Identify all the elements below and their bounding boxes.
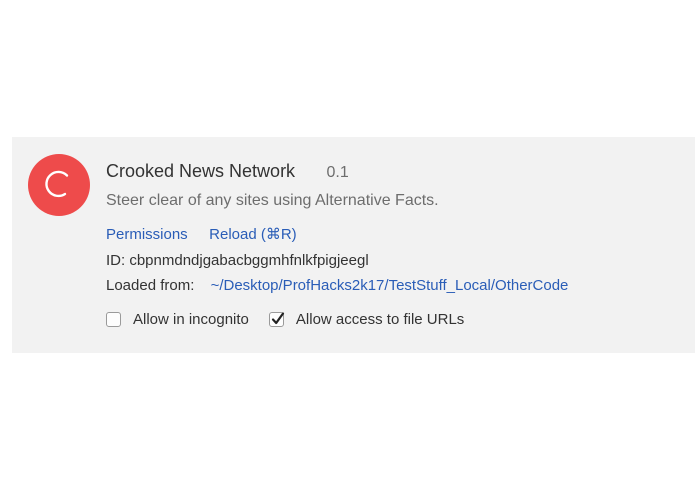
loaded-from-row: Loaded from: ~/Desktop/ProfHacks2k17/Tes…	[106, 277, 568, 294]
allow-incognito-checkbox[interactable]	[106, 312, 121, 327]
loaded-from-path-link[interactable]: ~/Desktop/ProfHacks2k17/TestStuff_Local/…	[211, 277, 569, 294]
allow-file-urls-label: Allow access to file URLs	[295, 311, 465, 328]
extension-id: ID: cbpnmdndjgabacbggmhfnlkfpigjeegl	[106, 252, 369, 269]
crooked-news-logo-icon	[28, 154, 90, 216]
permissions-link[interactable]: Permissions	[106, 226, 188, 243]
allow-file-urls-option[interactable]: Allow access to file URLs	[268, 311, 465, 328]
extension-version: 0.1	[326, 164, 349, 181]
reload-link[interactable]: Reload (⌘R)	[209, 226, 297, 243]
extension-details: Crooked News Network 0.1 Steer clear of …	[106, 137, 695, 353]
loaded-from-label: Loaded from:	[106, 277, 195, 294]
extension-description: Steer clear of any sites using Alternati…	[106, 192, 439, 209]
allow-file-urls-checkbox[interactable]	[268, 312, 285, 327]
allow-incognito-label: Allow in incognito	[133, 311, 249, 328]
allow-incognito-option[interactable]: Allow in incognito	[106, 311, 249, 328]
extension-options: Allow in incognito Allow access to file …	[106, 311, 464, 328]
extension-title-row: Crooked News Network 0.1	[106, 161, 349, 182]
checkmark-icon	[271, 312, 285, 325]
extension-name: Crooked News Network	[106, 161, 296, 181]
extension-card: Crooked News Network 0.1 Steer clear of …	[12, 137, 695, 353]
extension-links: Permissions Reload (⌘R)	[106, 225, 297, 244]
